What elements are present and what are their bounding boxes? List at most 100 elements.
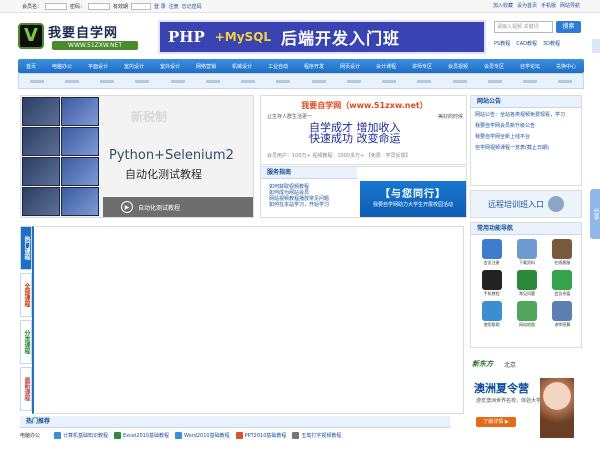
word-icon [175,432,182,439]
sub-nav-placeholder[interactable] [487,79,502,83]
intro-left: 让生存人群生活更一 [267,114,313,120]
slider-thumb[interactable] [61,187,99,216]
tab-hot-courses[interactable]: 热门课程 [20,226,32,270]
play-icon[interactable]: ▶ [121,201,133,213]
slider-thumb[interactable] [22,157,60,186]
sub-nav-placeholder[interactable] [382,79,397,83]
notice-item[interactable]: 我要自学网全新上线平台 [475,134,579,141]
nav-item[interactable]: 自学论坛 [520,63,540,70]
forgot-password-link[interactable]: 忘记密码 [182,3,202,10]
tab-category-courses[interactable]: 分类课程 [20,320,32,364]
slider-thumb[interactable] [61,127,99,156]
tool-support[interactable]: 在线客服 [546,239,579,266]
service-item[interactable]: 如何在本站学习，开始学习 [269,202,329,208]
tool-register[interactable]: 会员注册 [475,239,508,266]
sub-nav-placeholder[interactable] [241,79,256,83]
sub-nav-placeholder[interactable] [452,79,467,83]
nav-item[interactable]: 网页设计 [340,63,360,70]
slider-thumb[interactable] [22,187,60,216]
sub-nav-placeholder[interactable] [417,79,432,83]
top-link-sitenav[interactable]: 网站导航 [560,2,580,9]
login-bar: 会员名： 密码： 有效期 登 录 注册 忘记密码 加入收藏 设为首页 手机版 网… [0,0,600,13]
top-link-favorite[interactable]: 加入收藏 [493,2,513,9]
nav-item[interactable]: 室内设计 [124,63,144,70]
hot-item[interactable]: PPT2010基础教程 [235,432,286,439]
help-icon [481,301,502,321]
nav-item[interactable]: 会计课程 [376,63,396,70]
hot-item[interactable]: Excel2010基础教程 [114,432,169,439]
nav-item[interactable]: 电脑办公 [52,63,72,70]
login-button[interactable]: 登 录 [154,3,166,10]
sub-nav-placeholder[interactable] [170,79,185,83]
tool-faq[interactable]: 常见问题 [510,270,543,297]
slider-thumb[interactable] [61,157,99,186]
slide-title: Python+Selenium2 [109,148,234,163]
tool-recruit[interactable]: 讲师招募 [546,301,579,328]
nav-item[interactable]: 室外设计 [160,63,180,70]
nav-item[interactable]: 会员专区 [484,63,504,70]
side-float-button[interactable] [592,39,600,53]
hot-item[interactable]: 计算机基础知识教程 [54,432,108,439]
nav-item[interactable]: 首页 [26,63,36,70]
notice-item[interactable]: 网站公告：全站各类视频免费观看，学习 [475,112,579,119]
notice-item[interactable]: 自学网视频课程一览表(截止日期) [475,145,579,152]
nav-item[interactable]: 兑换中心 [556,63,576,70]
slider-thumb[interactable] [22,127,60,156]
tools-grid: 会员注册 下载资料 在线客服 手机教程 常见问题 会员充值 使用帮助 网站地图 … [475,239,579,328]
sub-nav-placeholder[interactable] [558,79,573,83]
top-link-homepage[interactable]: 设为首页 [517,2,537,9]
featured-slider[interactable]: 新税制 Python+Selenium2 自动化测试教程 ▶ 自动化测试教程 [20,95,254,218]
sub-nav-placeholder[interactable] [135,79,150,83]
username-field[interactable] [45,2,68,10]
search-input[interactable]: 请输入视频 关键词 [494,21,553,33]
service-list: 如何获取视频教程 如何成为网站会员 网站视频教程播放常见问题 如何在本站学习，开… [269,184,329,208]
sub-nav-placeholder[interactable] [205,79,220,83]
password-field[interactable] [88,2,111,10]
sub-nav-placeholder[interactable] [523,79,538,83]
keyboard-icon [292,432,300,439]
nav-item[interactable]: 工业自动 [268,63,288,70]
slide-caption-bar[interactable]: ▶ 自动化测试教程 [103,197,253,217]
sub-nav-placeholder[interactable] [276,79,291,83]
ad-banner[interactable]: 新东方 北京 澳洲夏令营 游览澳洲世界名校，体验大学全真课堂 了解详情 ▶ [470,356,582,450]
hot-category[interactable]: 电脑办公 [20,432,48,439]
share-button[interactable]: 分享 [590,189,600,239]
tool-sitemap[interactable]: 网站地图 [510,301,543,328]
nav-item[interactable]: 平面设计 [88,63,108,70]
hot-item[interactable]: Word2010基础教程 [175,432,230,439]
nav-item[interactable]: 会员视频 [448,63,468,70]
sub-nav-placeholder[interactable] [100,79,115,83]
tool-recharge[interactable]: 会员充值 [546,270,579,297]
register-link[interactable]: 注册 [169,3,179,10]
search-button[interactable]: 搜索 [556,21,581,33]
tab-new-courses[interactable]: 最新课程 [20,367,32,411]
quick-link-cad[interactable]: CAD教程 [516,40,537,47]
slider-thumb[interactable] [61,97,99,126]
header-banner[interactable]: PHP +MySQL 后端开发入门班 [158,20,486,54]
nav-item[interactable]: 机械设计 [232,63,252,70]
site-logo[interactable]: V 我要自学网 WWW.51ZXW.NET [18,19,142,55]
nav-item[interactable]: 程序开发 [304,63,324,70]
tool-download[interactable]: 下载资料 [510,239,543,266]
tool-help[interactable]: 使用帮助 [475,301,508,328]
logo-url: WWW.51ZXW.NET [52,41,138,50]
sub-nav-placeholder[interactable] [346,79,361,83]
quick-link-ps[interactable]: PS教程 [494,40,510,47]
slide-caption: 自动化测试教程 [138,204,181,212]
ad-details-button[interactable]: 了解详情 ▶ [476,417,516,427]
sub-nav-placeholder[interactable] [311,79,326,83]
top-link-mobile[interactable]: 手机版 [541,2,556,9]
nav-item[interactable]: 网络营销 [196,63,216,70]
campus-promo[interactable]: 【与您同行】 我要自学网助力大学生开展校园活动 [360,181,466,217]
tab-all-courses[interactable]: 全部课程 [20,273,32,317]
sub-nav-placeholder[interactable] [64,79,79,83]
nav-item[interactable]: 讲师专区 [412,63,432,70]
slider-thumb[interactable] [22,97,60,126]
tool-mobile[interactable]: 手机教程 [475,270,508,297]
quick-link-3d[interactable]: 3D教程 [543,40,560,47]
remote-training-entry[interactable]: 远程培训班入口 [470,190,582,218]
sub-nav-placeholder[interactable] [29,79,44,83]
notice-item[interactable]: 我要自学网会员新升级公告 [475,123,579,130]
expiry-select[interactable] [131,2,152,10]
hot-item[interactable]: 五笔打字视频教程 [292,432,341,439]
